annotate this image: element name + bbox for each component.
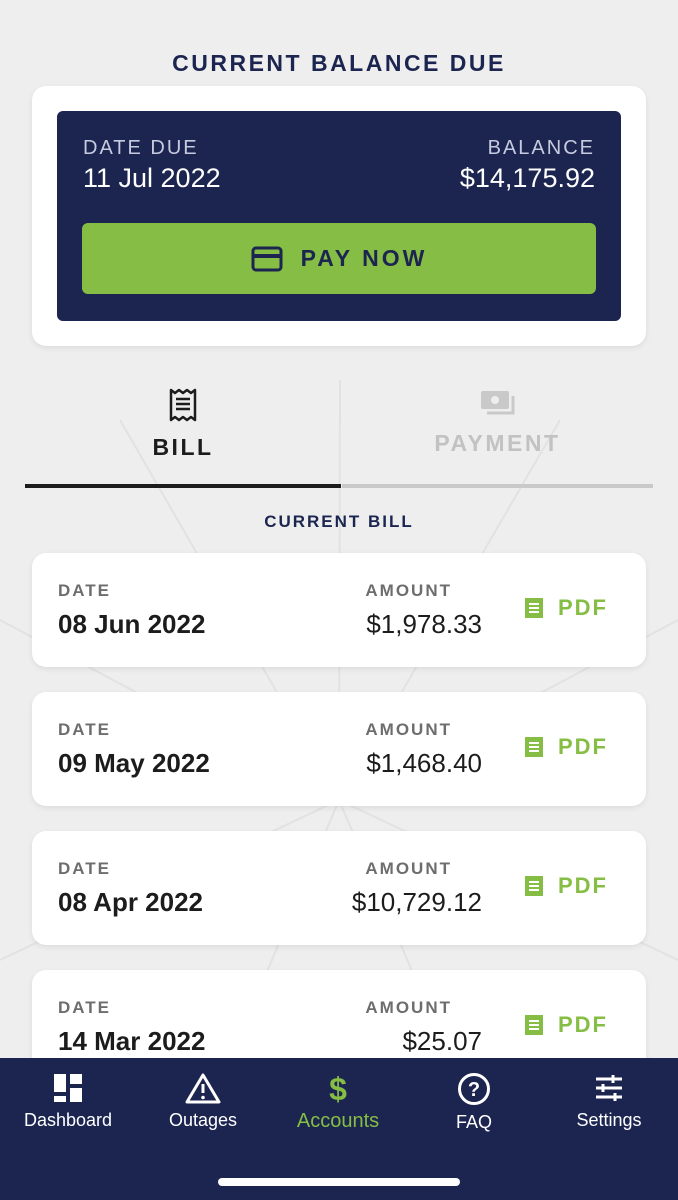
bill-amount: $10,729.12 (351, 887, 482, 917)
bill-amount-label: AMOUNT (365, 720, 452, 739)
pdf-download-link[interactable]: PDF (524, 595, 608, 621)
bill-date-label: DATE (58, 859, 112, 878)
tab-bill[interactable]: BILL (25, 388, 341, 488)
bill-row[interactable]: DATE 08 Jun 2022 AMOUNT $1,978.33 PDF (32, 553, 646, 667)
balance-label: BALANCE (487, 137, 595, 159)
bill-amount: $1,978.33 (366, 609, 482, 639)
credit-card-icon (251, 246, 283, 271)
nav-label: Dashboard (23, 1110, 113, 1130)
dashboard-icon (54, 1074, 82, 1102)
receipt-icon (169, 388, 197, 422)
pdf-label: PDF (558, 734, 608, 759)
bill-date-label: DATE (58, 581, 112, 600)
bill-amount: $25.07 (402, 1026, 482, 1056)
bill-date-label: DATE (58, 998, 112, 1017)
pay-now-label: PAY NOW (300, 245, 428, 271)
bill-date: 14 Mar 2022 (58, 1026, 206, 1056)
pdf-label: PDF (558, 595, 608, 620)
payments-icon (480, 391, 514, 415)
date-due-label: DATE DUE (83, 137, 199, 159)
balance-value: $14,175.92 (459, 163, 595, 193)
svg-text:?: ? (468, 1079, 480, 1101)
pdf-label: PDF (558, 873, 608, 898)
current-balance-title: CURRENT BALANCE DUE (172, 50, 506, 76)
bill-row[interactable]: DATE 08 Apr 2022 AMOUNT $10,729.12 PDF (32, 831, 646, 945)
bill-date: 08 Apr 2022 (58, 887, 204, 917)
balance-card: DATE DUE 11 Jul 2022 BALANCE $14,175.92 … (32, 86, 646, 346)
bill-row[interactable]: DATE 09 May 2022 AMOUNT $1,468.40 PDF (32, 692, 646, 806)
dollar-icon: $ (329, 1072, 347, 1104)
bill-amount-label: AMOUNT (365, 998, 452, 1017)
bill-date-label: DATE (58, 720, 112, 739)
svg-text:$: $ (329, 1072, 347, 1104)
nav-label: Settings (576, 1110, 642, 1130)
nav-label: FAQ (455, 1112, 492, 1132)
pdf-download-link[interactable]: PDF (524, 1012, 608, 1038)
bill-date: 09 May 2022 (58, 748, 210, 778)
document-icon (525, 737, 543, 757)
tab-payment-label: PAYMENT (434, 430, 561, 456)
nav-item-outages[interactable]: Outages (135, 1072, 271, 1131)
help-icon: ? (458, 1073, 490, 1105)
date-due-value: 11 Jul 2022 (83, 163, 221, 193)
nav-item-settings[interactable]: Settings (541, 1072, 677, 1131)
nav-label: Accounts (296, 1110, 380, 1132)
bill-amount: $1,468.40 (366, 748, 482, 778)
pdf-download-link[interactable]: PDF (524, 873, 608, 899)
nav-label: Outages (168, 1110, 238, 1130)
warning-icon (185, 1073, 221, 1104)
sliders-icon (596, 1075, 622, 1101)
home-indicator (218, 1178, 460, 1186)
document-icon (525, 598, 543, 618)
nav-item-faq[interactable]: ? FAQ (406, 1072, 542, 1133)
tab-payment[interactable]: PAYMENT (342, 388, 653, 488)
pdf-label: PDF (558, 1012, 608, 1037)
bill-date: 08 Jun 2022 (58, 609, 206, 639)
document-icon (525, 876, 543, 896)
nav-item-dashboard[interactable]: Dashboard (0, 1072, 136, 1131)
current-bill-title: CURRENT BILL (264, 512, 414, 531)
pay-now-button[interactable]: PAY NOW (82, 223, 596, 294)
document-icon (525, 1015, 543, 1035)
tab-bill-label: BILL (152, 434, 214, 460)
bill-amount-label: AMOUNT (365, 859, 452, 878)
balance-panel: DATE DUE 11 Jul 2022 BALANCE $14,175.92 … (57, 111, 621, 321)
nav-item-accounts[interactable]: $ Accounts (270, 1072, 406, 1133)
pdf-download-link[interactable]: PDF (524, 734, 608, 760)
bill-amount-label: AMOUNT (365, 581, 452, 600)
